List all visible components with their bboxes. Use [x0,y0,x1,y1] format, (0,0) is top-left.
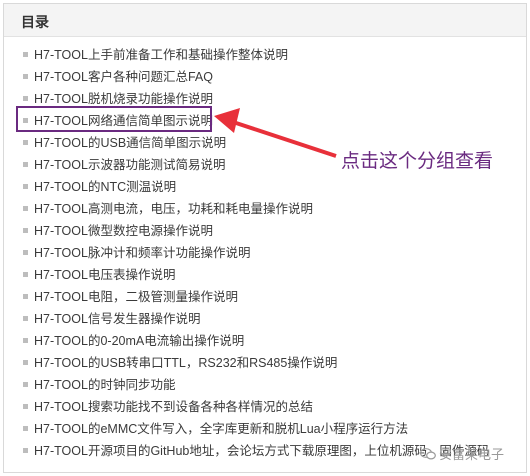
annotation-arrow [214,108,337,158]
wechat-icon [420,448,436,460]
watermark: 安富莱电子 [420,444,504,463]
watermark-text: 安富莱电子 [439,447,505,462]
annotation-text: 点击这个分组查看 [341,151,494,172]
